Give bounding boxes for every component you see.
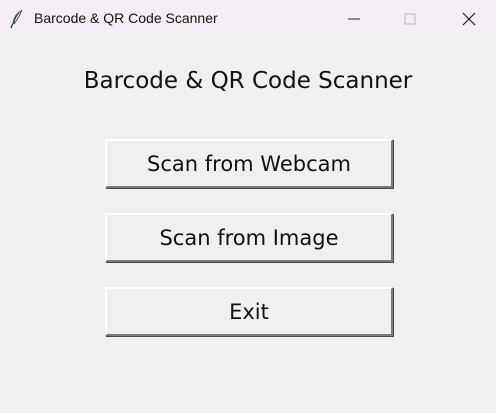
maximize-icon <box>404 13 416 25</box>
feather-icon <box>10 9 23 29</box>
minimize-icon <box>348 18 360 20</box>
page-title: Barcode & QR Code Scanner <box>83 68 413 94</box>
minimize-button[interactable] <box>331 0 377 38</box>
close-icon <box>462 12 476 26</box>
title-bar[interactable]: Barcode & QR Code Scanner <box>0 0 496 38</box>
exit-button[interactable]: Exit <box>105 287 393 336</box>
window-title: Barcode & QR Code Scanner <box>34 10 218 26</box>
maximize-button[interactable] <box>387 0 433 38</box>
close-button[interactable] <box>446 0 492 38</box>
scan-image-button[interactable]: Scan from Image <box>105 213 393 262</box>
scan-webcam-button[interactable]: Scan from Webcam <box>105 139 393 188</box>
app-window: Barcode & QR Code Scanner Barcode & QR C… <box>0 0 496 413</box>
